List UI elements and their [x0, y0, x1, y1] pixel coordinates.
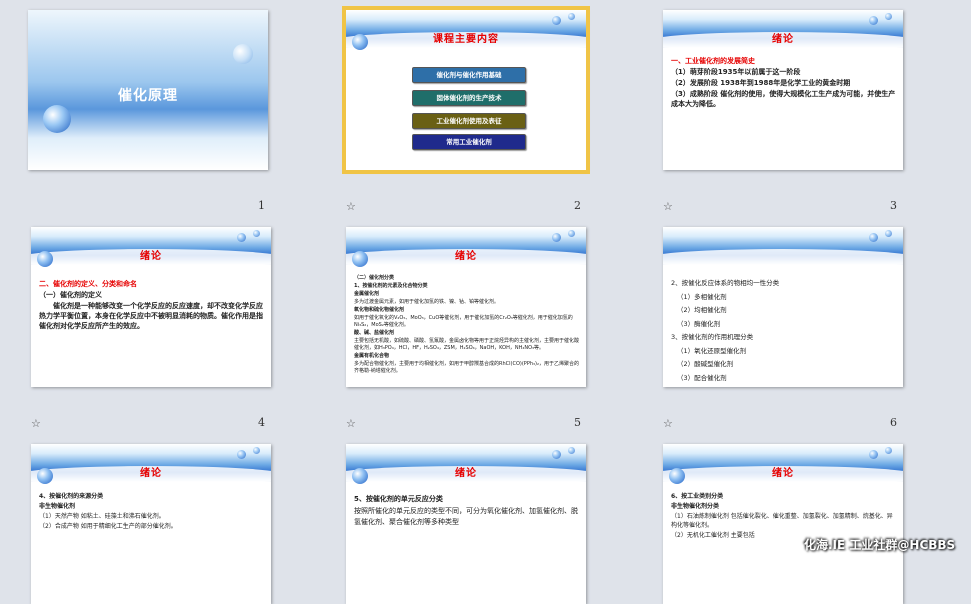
- star-icon[interactable]: ☆: [346, 200, 356, 213]
- slide-text: （3）酶催化剂: [677, 319, 721, 328]
- slide-text: 酸、碱、盐催化剂: [354, 330, 395, 336]
- slide-text: 多为过渡金属元素，如用于催化加氢的铁、镍、钴、铂等催化剂。: [354, 299, 500, 305]
- toc-item-3: 工业催化剂使用及表征: [412, 113, 526, 129]
- slide-title: 绪论: [455, 468, 477, 479]
- slide-title: 绪论: [140, 468, 162, 479]
- slide-thumbnail-3[interactable]: 绪论 一、工业催化剂的发展简史 （1）萌芽阶段1935年以前属于这一阶段 （2）…: [663, 10, 903, 170]
- slide-text: （1）天然产物 如粘土、硅藻土和沸石催化剂。: [39, 513, 165, 520]
- slide-text: 金属催化剂: [354, 291, 380, 297]
- star-icon[interactable]: ☆: [663, 200, 673, 213]
- toc-item-4: 常用工业催化剂: [412, 134, 526, 150]
- toc-item-2: 固体催化剂的生产技术: [412, 90, 526, 106]
- decorative-orb: [885, 13, 892, 20]
- star-icon[interactable]: ☆: [663, 417, 673, 430]
- slide-heading: 一、工业催化剂的发展简史: [671, 57, 755, 65]
- slide-thumbnail-5[interactable]: 绪论 （二）催化剂分类 1、按催化剂的元素及化合物分类 金属催化剂 多为过渡金属…: [346, 227, 586, 387]
- slide-text: 主要包括无机酸，如硫酸、磷酸、氢氟酸，金属卤化物等用于正烷烃异构的主催化剂，主要…: [354, 338, 580, 351]
- slide-thumbnail-4[interactable]: 绪论 二、催化剂的定义、分类和命名 （一）催化剂的定义 催化剂是一种能够改变一个…: [31, 227, 271, 387]
- slide-title: 绪论: [772, 468, 794, 479]
- slide-thumbnail-8[interactable]: 绪论 5、按催化剂的单元反应分类 按照所催化的单元反应的类型不同，可分为氧化催化…: [346, 444, 586, 604]
- slide-text: （3）配合催化剂: [677, 373, 727, 382]
- slide-heading: 4、按催化剂的来源分类: [39, 493, 104, 500]
- slide-title: 催化原理: [118, 88, 178, 104]
- decorative-orb: [885, 230, 892, 237]
- slide-heading: 二、催化剂的定义、分类和命名: [39, 280, 137, 288]
- slide-text: （1）石油炼制催化剂 包括催化裂化、催化重整、加氢裂化、加氢精制、烷基化、异构化…: [671, 513, 893, 529]
- slide-thumbnail-9[interactable]: 绪论 6、按工业类别分类 非生物催化剂分类 （1）石油炼制催化剂 包括催化裂化、…: [663, 444, 903, 604]
- slide-text: 氧化物和硫化物催化剂: [354, 307, 405, 313]
- slide-title: 绪论: [140, 251, 162, 262]
- decorative-orb: [568, 447, 575, 454]
- slide-text: 1、按催化剂的元素及化合物分类: [354, 283, 428, 289]
- decorative-orb: [552, 450, 561, 459]
- decorative-orb: [237, 450, 246, 459]
- decorative-orb: [869, 16, 878, 25]
- star-icon[interactable]: ☆: [31, 417, 41, 430]
- slide-text: （2）均相催化剂: [677, 306, 727, 314]
- slide-text: 多为配合物催化剂，主要用于均相催化剂，如用于甲醇羰基合成的RhCl(CO)(PP…: [354, 361, 579, 374]
- slide-text: （1）多相催化剂: [677, 292, 727, 301]
- slide-text: 金属有机化合物: [354, 353, 390, 359]
- decorative-orb: [253, 447, 260, 454]
- decorative-orb: [552, 16, 561, 25]
- slide-header-band: [663, 227, 903, 269]
- slide-text: （3）成熟阶段 催化剂的使用，使得大规模化工生产成为可能，并使生产成本大为降低。: [671, 90, 896, 108]
- slide-text: 按照所催化的单元反应的类型不同，可分为氧化催化剂、加氢催化剂、脱氢催化剂、聚合催…: [354, 507, 578, 526]
- slide-number: 3: [890, 199, 897, 212]
- slide-title: 绪论: [772, 34, 794, 45]
- slide-number: 4: [258, 416, 265, 429]
- slide-number: 1: [258, 199, 265, 212]
- slide-number: 5: [574, 416, 581, 429]
- star-icon[interactable]: ☆: [346, 417, 356, 430]
- slide-heading: 6、按工业类别分类: [671, 493, 724, 500]
- decorative-orb: [43, 105, 71, 133]
- decorative-orb: [885, 447, 892, 454]
- decorative-orb: [568, 13, 575, 20]
- slide-thumbnail-1[interactable]: 催化原理: [28, 10, 268, 170]
- slide-text: 非生物催化剂分类: [671, 503, 720, 510]
- slide-heading: 5、按催化剂的单元反应分类: [354, 495, 443, 503]
- slide-text: （一）催化剂的定义: [39, 291, 102, 299]
- slide-text: （2）合成产物 如用于精细化工生产的部分催化剂。: [39, 523, 177, 530]
- decorative-orb: [552, 233, 561, 242]
- slide-heading: （二）催化剂分类: [354, 275, 395, 281]
- slide-text: （1）萌芽阶段1935年以前属于这一阶段: [671, 68, 801, 76]
- decorative-orb: [237, 233, 246, 242]
- slide-number: 2: [574, 199, 581, 212]
- slide-title: 课程主要内容: [433, 34, 499, 45]
- slide-text: 催化剂是一种能够改变一个化学反应的反应速度，却不改变化学反应热力学平衡位置，本身…: [39, 302, 263, 330]
- decorative-orb: [568, 230, 575, 237]
- decorative-orb: [869, 233, 878, 242]
- slide-text: （1）氧化还原型催化剂: [677, 346, 747, 355]
- toc-item-1: 催化剂与催化作用基础: [412, 67, 526, 83]
- slide-thumbnail-2[interactable]: 课程主要内容 催化剂与催化作用基础 固体催化剂的生产技术 工业催化剂使用及表征 …: [342, 6, 590, 174]
- decorative-orb: [253, 230, 260, 237]
- slide-title: 绪论: [455, 251, 477, 262]
- slide-text: （2）酸碱型催化剂: [677, 360, 734, 368]
- slide-text: 如用于催化氧化的V₂O₅、MoO₃，CuO等催化剂，用于催化加氢的Cr₂O₃等催…: [354, 315, 573, 328]
- slide-thumbnail-6[interactable]: 2、按催化反应体系的物相均一性分类 （1）多相催化剂 （2）均相催化剂 （3）酶…: [663, 227, 903, 387]
- slide-text: 非生物催化剂: [39, 503, 76, 510]
- slide-text: 2、按催化反应体系的物相均一性分类: [671, 279, 780, 287]
- slide-thumbnail-7[interactable]: 绪论 4、按催化剂的来源分类 非生物催化剂 （1）天然产物 如粘土、硅藻土和沸石…: [31, 444, 271, 604]
- decorative-orb: [233, 44, 253, 64]
- slide-text: （2）发展阶段 1938年到1988年是化学工业的黄金时期: [671, 79, 851, 87]
- watermark-text: 化海.IE 工业社群@HCBBS: [804, 538, 956, 552]
- decorative-orb: [869, 450, 878, 459]
- slide-text: 3、按催化剂的作用机理分类: [671, 333, 754, 341]
- slide-number: 6: [890, 416, 897, 429]
